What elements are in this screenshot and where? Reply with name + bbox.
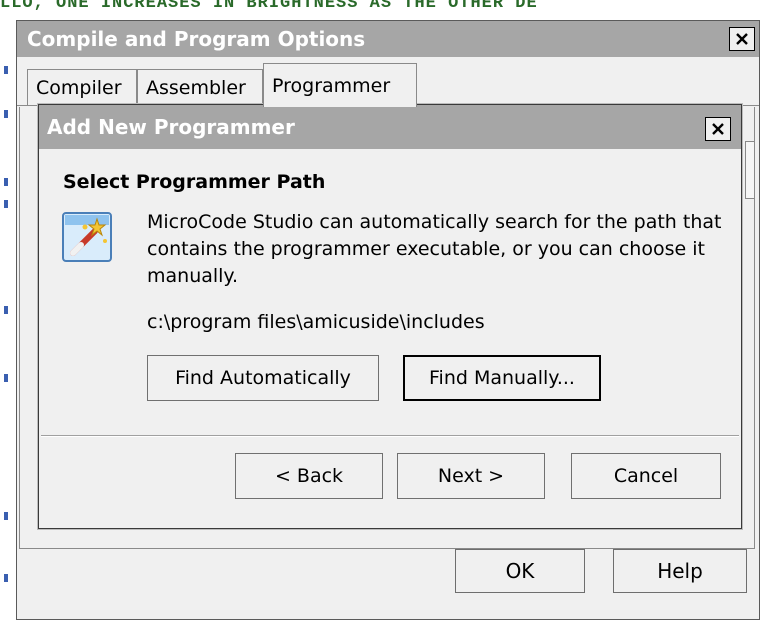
gutter-marker: [4, 512, 8, 520]
dialog-titlebar[interactable]: Add New Programmer: [39, 105, 741, 149]
cancel-button[interactable]: Cancel: [571, 453, 721, 499]
tab-compiler[interactable]: Compiler: [27, 69, 137, 105]
cancel-label: Cancel: [613, 465, 679, 487]
background-editor-text: LLO, ONE INCREASES IN BRIGHTNESS AS THE …: [0, 0, 538, 10]
outer-window-title: Compile and Program Options: [27, 27, 366, 51]
gutter-marker: [4, 574, 8, 582]
wizard-wand-icon: [62, 212, 112, 262]
close-icon: [736, 33, 748, 45]
dialog-description: MicroCode Studio can automatically searc…: [147, 211, 722, 287]
gutter-marker: [4, 178, 8, 186]
help-button[interactable]: Help: [613, 549, 747, 593]
add-new-programmer-dialog: Add New Programmer Select Programmer Pat…: [38, 104, 742, 529]
find-manually-button[interactable]: Find Manually...: [403, 355, 601, 401]
dialog-title: Add New Programmer: [47, 115, 295, 139]
next-button[interactable]: Next >: [397, 453, 545, 499]
tab-label: Compiler: [36, 76, 122, 99]
find-manually-label: Find Manually...: [429, 367, 575, 389]
gutter-marker: [4, 200, 8, 208]
outer-close-button[interactable]: [729, 27, 755, 51]
gutter-marker: [4, 66, 8, 74]
back-label: < Back: [274, 465, 344, 487]
programmer-path: c:\program files\amicuside\includes: [147, 311, 485, 333]
find-automatically-label: Find Automatically: [175, 367, 351, 389]
partial-control: [745, 141, 754, 199]
tab-label: Assembler: [146, 76, 246, 99]
close-icon: [712, 123, 724, 135]
gutter-marker: [4, 110, 8, 118]
help-label: Help: [657, 559, 703, 583]
ok-label: OK: [505, 559, 535, 583]
dialog-separator-highlight: [41, 436, 739, 437]
find-automatically-button[interactable]: Find Automatically: [147, 355, 379, 401]
dialog-heading: Select Programmer Path: [63, 171, 326, 193]
outer-titlebar[interactable]: Compile and Program Options: [17, 21, 759, 57]
tab-assembler[interactable]: Assembler: [137, 69, 263, 105]
ok-button[interactable]: OK: [455, 549, 585, 593]
next-label: Next >: [437, 465, 505, 487]
gutter-marker: [4, 306, 8, 314]
tab-programmer[interactable]: Programmer: [263, 63, 417, 107]
back-button[interactable]: < Back: [235, 453, 383, 499]
dialog-close-button[interactable]: [705, 117, 731, 141]
gutter-marker: [4, 374, 8, 382]
tab-label: Programmer: [272, 74, 391, 97]
